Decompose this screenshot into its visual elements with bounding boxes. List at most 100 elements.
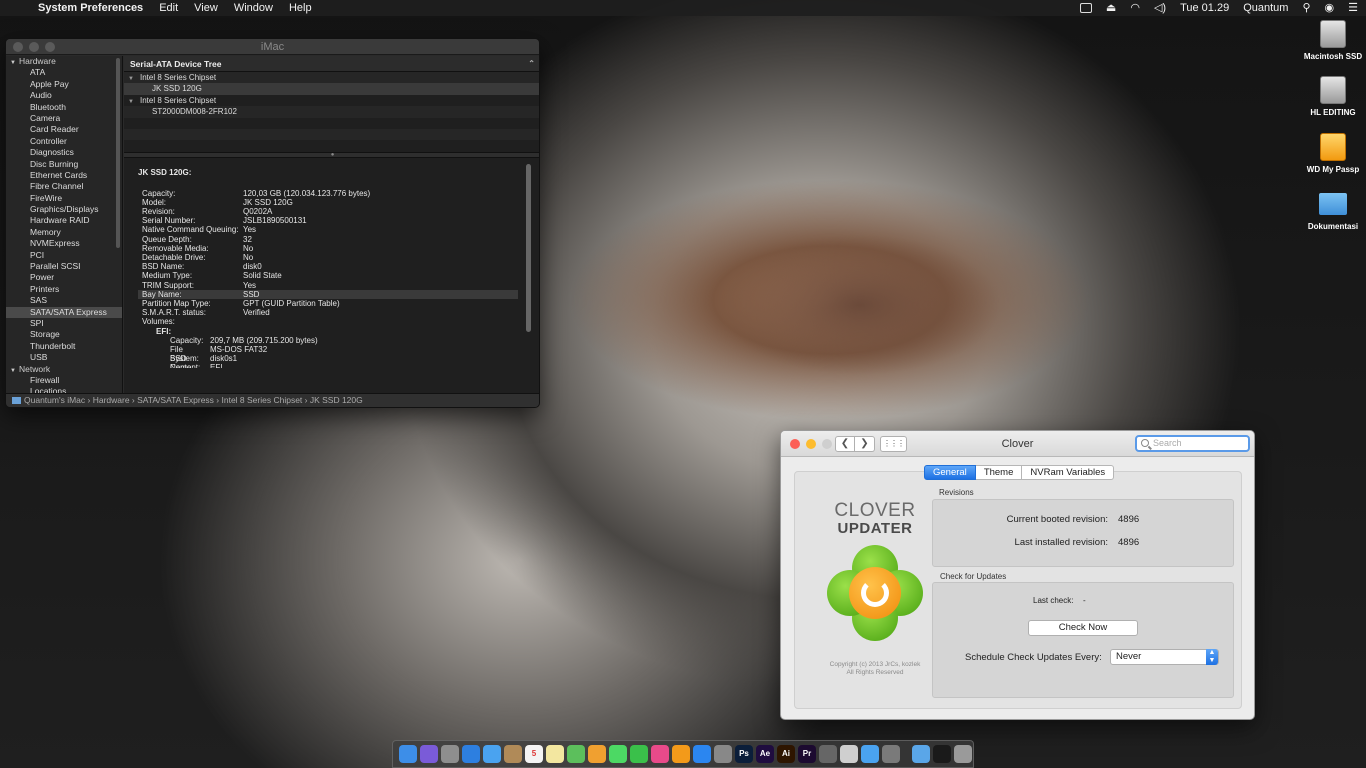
sidebar-item[interactable]: SAS: [6, 295, 122, 306]
back-button[interactable]: ❮: [835, 436, 855, 452]
siri-icon[interactable]: ◉: [1325, 2, 1335, 14]
forward-button[interactable]: ❯: [855, 436, 875, 452]
window-titlebar[interactable]: iMac: [6, 39, 539, 55]
disclosure-triangle-icon[interactable]: ▼: [128, 74, 140, 85]
sidebar-scrollbar[interactable]: [116, 58, 120, 248]
window-toolbar[interactable]: ❮ ❯ ⋮⋮⋮ Clover Search: [781, 431, 1254, 457]
sidebar-item[interactable]: Ethernet Cards: [6, 170, 122, 181]
notes-icon[interactable]: [546, 745, 564, 763]
check-now-button[interactable]: Check Now: [1028, 620, 1138, 636]
disclosure-triangle-icon[interactable]: ▼: [10, 366, 19, 377]
sidebar-item[interactable]: PCI: [6, 250, 122, 261]
menu-edit[interactable]: Edit: [159, 2, 178, 14]
search-input[interactable]: Search: [1135, 435, 1250, 452]
disclosure-triangle-icon[interactable]: ▼: [10, 58, 19, 69]
sidebar-item[interactable]: Firewall: [6, 375, 122, 386]
airplay-icon[interactable]: [1079, 3, 1092, 13]
safari-icon[interactable]: [462, 745, 480, 763]
contacts-icon[interactable]: [504, 745, 522, 763]
sidebar-item[interactable]: Apple Pay: [6, 79, 122, 90]
after-effects-icon[interactable]: Ae: [756, 745, 774, 763]
sidebar-item[interactable]: Power: [6, 272, 122, 283]
sidebar-item[interactable]: Fibre Channel: [6, 181, 122, 192]
zoom-button[interactable]: [822, 439, 832, 449]
sidebar-item[interactable]: Storage: [6, 329, 122, 340]
volume-icon[interactable]: ◁): [1154, 2, 1166, 14]
tab-nvram-variables[interactable]: NVRam Variables: [1022, 465, 1115, 480]
calendar-icon[interactable]: 5: [525, 745, 543, 763]
sidebar-item[interactable]: Diagnostics: [6, 147, 122, 158]
tab-general[interactable]: General: [924, 465, 976, 480]
tree-row[interactable]: ST2000DM008-2FR102: [124, 106, 539, 118]
sidebar-item[interactable]: Audio: [6, 90, 122, 101]
sidebar-item[interactable]: USB: [6, 352, 122, 363]
sidebar-item[interactable]: Printers: [6, 284, 122, 295]
siri-icon[interactable]: [420, 745, 438, 763]
automator-icon[interactable]: [882, 745, 900, 763]
maps-icon[interactable]: [567, 745, 585, 763]
eject-icon[interactable]: ⏏: [1106, 2, 1116, 14]
close-button[interactable]: [13, 42, 23, 52]
preview-icon[interactable]: [840, 745, 858, 763]
menu-help[interactable]: Help: [289, 2, 312, 14]
launchpad-icon[interactable]: [441, 745, 459, 763]
desktop-icon-macintosh-ssd[interactable]: Macintosh SSD: [1298, 20, 1366, 61]
premiere-icon[interactable]: Pr: [798, 745, 816, 763]
tree-header[interactable]: Serial-ATA Device Tree ⌃: [124, 56, 539, 72]
illustrator-icon[interactable]: Ai: [777, 745, 795, 763]
finder-icon[interactable]: [399, 745, 417, 763]
close-button[interactable]: [790, 439, 800, 449]
app-store-icon[interactable]: [693, 745, 711, 763]
app-menu[interactable]: System Preferences: [38, 2, 143, 14]
downloads-folder-icon[interactable]: [912, 745, 930, 763]
minimize-button[interactable]: [806, 439, 816, 449]
sidebar-group-hardware[interactable]: ▼ Hardware: [6, 56, 122, 67]
clover-app-icon[interactable]: [819, 745, 837, 763]
sidebar-item[interactable]: NVMExpress: [6, 238, 122, 249]
sidebar-item[interactable]: FireWire: [6, 193, 122, 204]
desktop-icon-hl-editing[interactable]: HL EDITING: [1298, 76, 1366, 117]
sidebar-item[interactable]: Bluetooth: [6, 102, 122, 113]
sidebar-item[interactable]: Card Reader: [6, 124, 122, 135]
clock[interactable]: Tue 01.29: [1180, 2, 1229, 14]
menu-view[interactable]: View: [194, 2, 218, 14]
show-all-grid-button[interactable]: ⋮⋮⋮: [880, 436, 907, 452]
sidebar-item[interactable]: Memory: [6, 227, 122, 238]
disclosure-triangle-icon[interactable]: ▼: [128, 97, 140, 108]
sidebar-item[interactable]: Hardware RAID: [6, 215, 122, 226]
system-preferences-icon[interactable]: [714, 745, 732, 763]
photoshop-icon[interactable]: Ps: [735, 745, 753, 763]
trash-icon[interactable]: [954, 745, 972, 763]
tab-theme[interactable]: Theme: [975, 465, 1023, 480]
sidebar-item[interactable]: Graphics/Displays: [6, 204, 122, 215]
app-icon[interactable]: [861, 745, 879, 763]
zoom-button[interactable]: [45, 42, 55, 52]
sidebar-item[interactable]: Parallel SCSI: [6, 261, 122, 272]
itunes-icon[interactable]: [651, 745, 669, 763]
minimize-button[interactable]: [29, 42, 39, 52]
sidebar-item[interactable]: Camera: [6, 113, 122, 124]
messages-icon[interactable]: [609, 745, 627, 763]
schedule-select[interactable]: Never ▲ ▼: [1110, 649, 1219, 665]
desktop-icon-wd-my-passport[interactable]: WD My Passp: [1298, 133, 1366, 174]
user-menu[interactable]: Quantum: [1243, 2, 1288, 14]
wifi-icon[interactable]: ◠: [1130, 2, 1140, 14]
sidebar-item[interactable]: ATA: [6, 67, 122, 78]
sort-caret-icon[interactable]: ⌃: [528, 56, 535, 72]
notification-center-icon[interactable]: ☰: [1348, 2, 1358, 14]
sidebar-group-network[interactable]: ▼ Network: [6, 364, 122, 375]
sidebar-item[interactable]: SATA/SATA Express: [6, 306, 122, 318]
spotlight-icon[interactable]: ⚲: [1302, 2, 1310, 14]
sidebar-item[interactable]: Disc Burning: [6, 159, 122, 170]
menu-window[interactable]: Window: [234, 2, 273, 14]
sidebar-item[interactable]: Thunderbolt: [6, 341, 122, 352]
sidebar-item[interactable]: Controller: [6, 136, 122, 147]
sidebar-item[interactable]: SPI: [6, 318, 122, 329]
facetime-icon[interactable]: [630, 745, 648, 763]
tree-row-selected[interactable]: JK SSD 120G: [124, 83, 539, 95]
tree-row[interactable]: ▼ Intel 8 Series Chipset: [124, 72, 539, 85]
desktop-icon-dokumentasi[interactable]: Dokumentasi: [1298, 190, 1366, 231]
screenshot-icon[interactable]: [933, 745, 951, 763]
tree-row[interactable]: ▼ Intel 8 Series Chipset: [124, 95, 539, 108]
detail-scrollbar[interactable]: [526, 163, 531, 332]
